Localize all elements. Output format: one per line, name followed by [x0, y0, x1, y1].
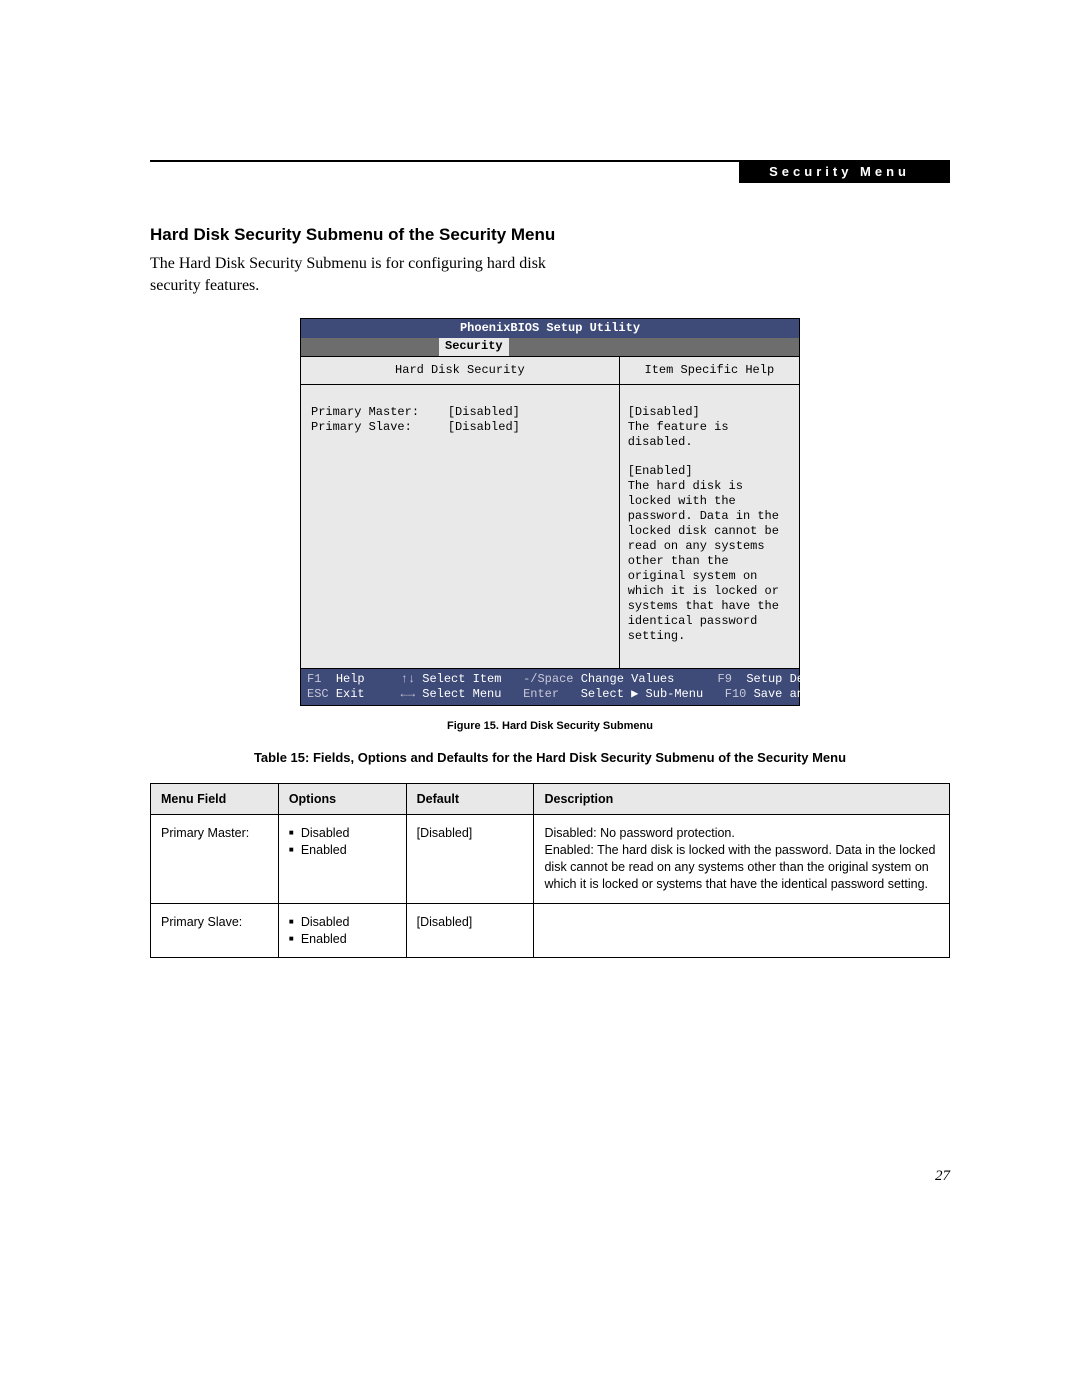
field-value: [Disabled] [448, 420, 520, 434]
cell-menu-field: Primary Master: [151, 815, 279, 904]
field-label: Primary Slave: [311, 420, 412, 434]
th-menu-field: Menu Field [151, 784, 279, 815]
cell-default: [Disabled] [406, 815, 534, 904]
bios-footer: F1 Help ↑↓ Select Item -/Space Change Va… [301, 669, 799, 705]
field-label: Primary Master: [311, 405, 419, 419]
options-table: Menu Field Options Default Description P… [150, 783, 950, 958]
bios-tab-security: Security [439, 338, 509, 356]
bios-title: PhoenixBIOS Setup Utility [301, 319, 799, 338]
bios-tab-bar: Security [301, 338, 799, 356]
table-caption: Table 15: Fields, Options and Defaults f… [150, 750, 950, 765]
bios-help-text: [Disabled]The feature is disabled. [Enab… [620, 385, 799, 668]
table-row: Primary Master: Disabled Enabled [Disabl… [151, 815, 950, 904]
th-description: Description [534, 784, 950, 815]
cell-description [534, 903, 950, 958]
chapter-label: Security Menu [739, 160, 950, 183]
cell-description: Disabled: No password protection. Enable… [534, 815, 950, 904]
intro-text: The Hard Disk Security Submenu is for co… [150, 253, 570, 296]
bios-left-header: Hard Disk Security [301, 357, 619, 385]
bios-fields: Primary Master: [Disabled] Primary Slave… [301, 385, 619, 615]
th-options: Options [278, 784, 406, 815]
cell-options: Disabled Enabled [278, 903, 406, 958]
cell-menu-field: Primary Slave: [151, 903, 279, 958]
table-row: Primary Slave: Disabled Enabled [Disable… [151, 903, 950, 958]
th-default: Default [406, 784, 534, 815]
cell-options: Disabled Enabled [278, 815, 406, 904]
page-number: 27 [150, 1168, 950, 1185]
bios-screenshot: PhoenixBIOS Setup Utility Security Hard … [300, 318, 800, 706]
section-title: Hard Disk Security Submenu of the Securi… [150, 225, 950, 245]
bios-right-header: Item Specific Help [620, 357, 799, 385]
page-header: Security Menu [150, 160, 950, 183]
figure-caption: Figure 15. Hard Disk Security Submenu [150, 720, 950, 732]
field-value: [Disabled] [448, 405, 520, 419]
cell-default: [Disabled] [406, 903, 534, 958]
